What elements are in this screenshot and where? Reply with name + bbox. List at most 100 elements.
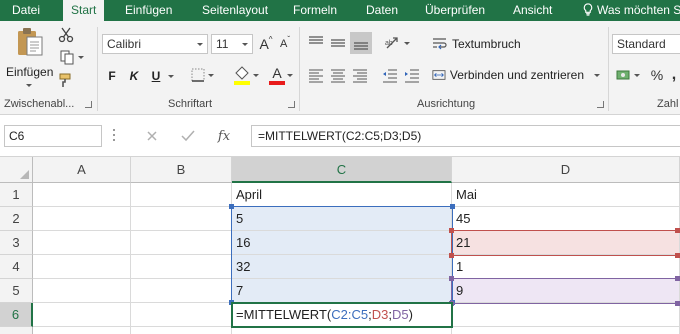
comma-icon: , [671,66,677,83]
cell-c2[interactable]: 5 [232,207,452,231]
font-color-button[interactable]: A [266,64,296,86]
row-header-6[interactable]: 6 [0,303,33,327]
percent-style-button[interactable]: % [648,65,666,85]
copy-dropdown-arrow[interactable] [77,55,84,59]
cell-d5[interactable]: 9 [452,279,680,303]
underline-dropdown-arrow[interactable] [168,75,174,78]
tell-me-search[interactable]: Was möchten S [582,0,680,21]
group-separator [299,27,300,111]
copy-button[interactable] [57,48,85,66]
cell-d1[interactable]: Mai [452,183,680,207]
column-header-c[interactable]: C [232,157,452,183]
align-middle-button[interactable] [328,33,348,53]
alignment-launcher-icon[interactable] [597,101,604,108]
cell-a3[interactable] [33,231,131,255]
cell-b1[interactable] [131,183,232,207]
cell-edit-text[interactable]: =MITTELWERT(C2:C5;D3;D5) [236,304,413,326]
cut-button[interactable] [57,26,75,44]
align-bottom-button[interactable] [350,32,372,54]
font-launcher-icon[interactable] [288,101,295,108]
increase-indent-button[interactable] [402,66,422,86]
cell-b5[interactable] [131,279,232,303]
cell-b7[interactable] [131,327,232,334]
tab-ueberpruefen[interactable]: Überprüfen [425,0,485,21]
accounting-format-button[interactable] [614,65,642,85]
cell-d4[interactable]: 1 [452,255,680,279]
active-cell-c6[interactable]: =MITTELWERT(C2:C5;D3;D5) [231,302,453,328]
row-header-5[interactable]: 5 [0,279,33,303]
cell-b2[interactable] [131,207,232,231]
cell-b6[interactable] [131,303,232,327]
grow-font-button[interactable]: A ^ [258,35,274,53]
cell-c5[interactable]: 7 [232,279,452,303]
cancel-entry-button[interactable] [142,126,162,146]
font-size-select[interactable]: 11 [211,34,253,54]
cell-a6[interactable] [33,303,131,327]
column-header-a[interactable]: A [33,157,131,183]
tab-einfuegen[interactable]: Einfügen [125,0,172,21]
insert-function-button[interactable]: fx [214,126,234,146]
merge-center-button[interactable]: Verbinden und zentrieren [432,65,600,85]
name-box[interactable]: C6 [4,125,102,147]
enter-entry-button[interactable] [178,126,198,146]
cell-c1[interactable]: April [232,183,452,207]
clipboard-launcher-icon[interactable] [85,101,92,108]
cell-c7[interactable] [232,327,452,334]
borders-icon [191,68,204,82]
tab-datei[interactable]: Datei [12,0,40,21]
row-header-7[interactable] [0,327,33,334]
bold-button[interactable]: F [105,67,119,85]
orientation-button[interactable]: ab [382,33,412,53]
cell-b3[interactable] [131,231,232,255]
cell-a2[interactable] [33,207,131,231]
tab-formeln[interactable]: Formeln [293,0,337,21]
tab-daten[interactable]: Daten [366,0,398,21]
cell-a1[interactable] [33,183,131,207]
cell-d3[interactable]: 21 [452,231,680,255]
wrap-text-button[interactable]: Textumbruch [432,34,532,54]
paste-label[interactable]: Einfügen [6,65,53,79]
column-header-d[interactable]: D [452,157,680,183]
cell-d6[interactable] [452,303,680,327]
italic-button[interactable]: K [127,67,141,85]
comma-style-button[interactable]: , [668,65,680,85]
decrease-indent-button[interactable] [380,66,400,86]
row-header-3[interactable]: 3 [0,231,33,255]
copy-icon [60,50,73,65]
fx-icon: fx [217,128,231,144]
tab-seitenlayout[interactable]: Seitenlayout [202,0,268,21]
formula-bar-grip[interactable] [113,129,116,143]
select-all-button[interactable] [0,157,33,183]
number-group-label: Zahl [657,98,679,110]
formula-input[interactable]: =MITTELWERT(C2:C5;D3;D5) [251,125,680,147]
font-name-select[interactable]: Calibri [102,34,208,54]
row-header-1[interactable]: 1 [0,183,33,207]
underline-button[interactable]: U [149,67,163,85]
align-top-icon [309,36,323,44]
cell-c3[interactable]: 16 [232,231,452,255]
tab-ansicht[interactable]: Ansicht [513,0,552,21]
paste-dropdown-arrow[interactable] [26,84,32,87]
cell-d7[interactable] [452,327,680,334]
paste-button[interactable] [10,25,50,59]
column-header-b[interactable]: B [131,157,232,183]
align-center-button[interactable] [328,66,348,86]
cell-b4[interactable] [131,255,232,279]
cell-d2[interactable]: 45 [452,207,680,231]
format-painter-button[interactable] [57,71,75,89]
number-format-select[interactable]: Standard [612,34,680,54]
tab-start[interactable]: Start [63,0,105,22]
row-header-2[interactable]: 2 [0,207,33,231]
cell-a7[interactable] [33,327,131,334]
row-header-4[interactable]: 4 [0,255,33,279]
font-group-label: Schriftart [168,98,213,110]
cell-a4[interactable] [33,255,131,279]
align-top-button[interactable] [306,33,326,53]
align-right-button[interactable] [350,66,370,86]
align-left-button[interactable] [306,66,326,86]
borders-button[interactable] [188,66,216,84]
cell-a5[interactable] [33,279,131,303]
fill-color-button[interactable] [230,64,262,86]
cell-c4[interactable]: 32 [232,255,452,279]
shrink-font-button[interactable]: Aˇ [277,35,293,53]
